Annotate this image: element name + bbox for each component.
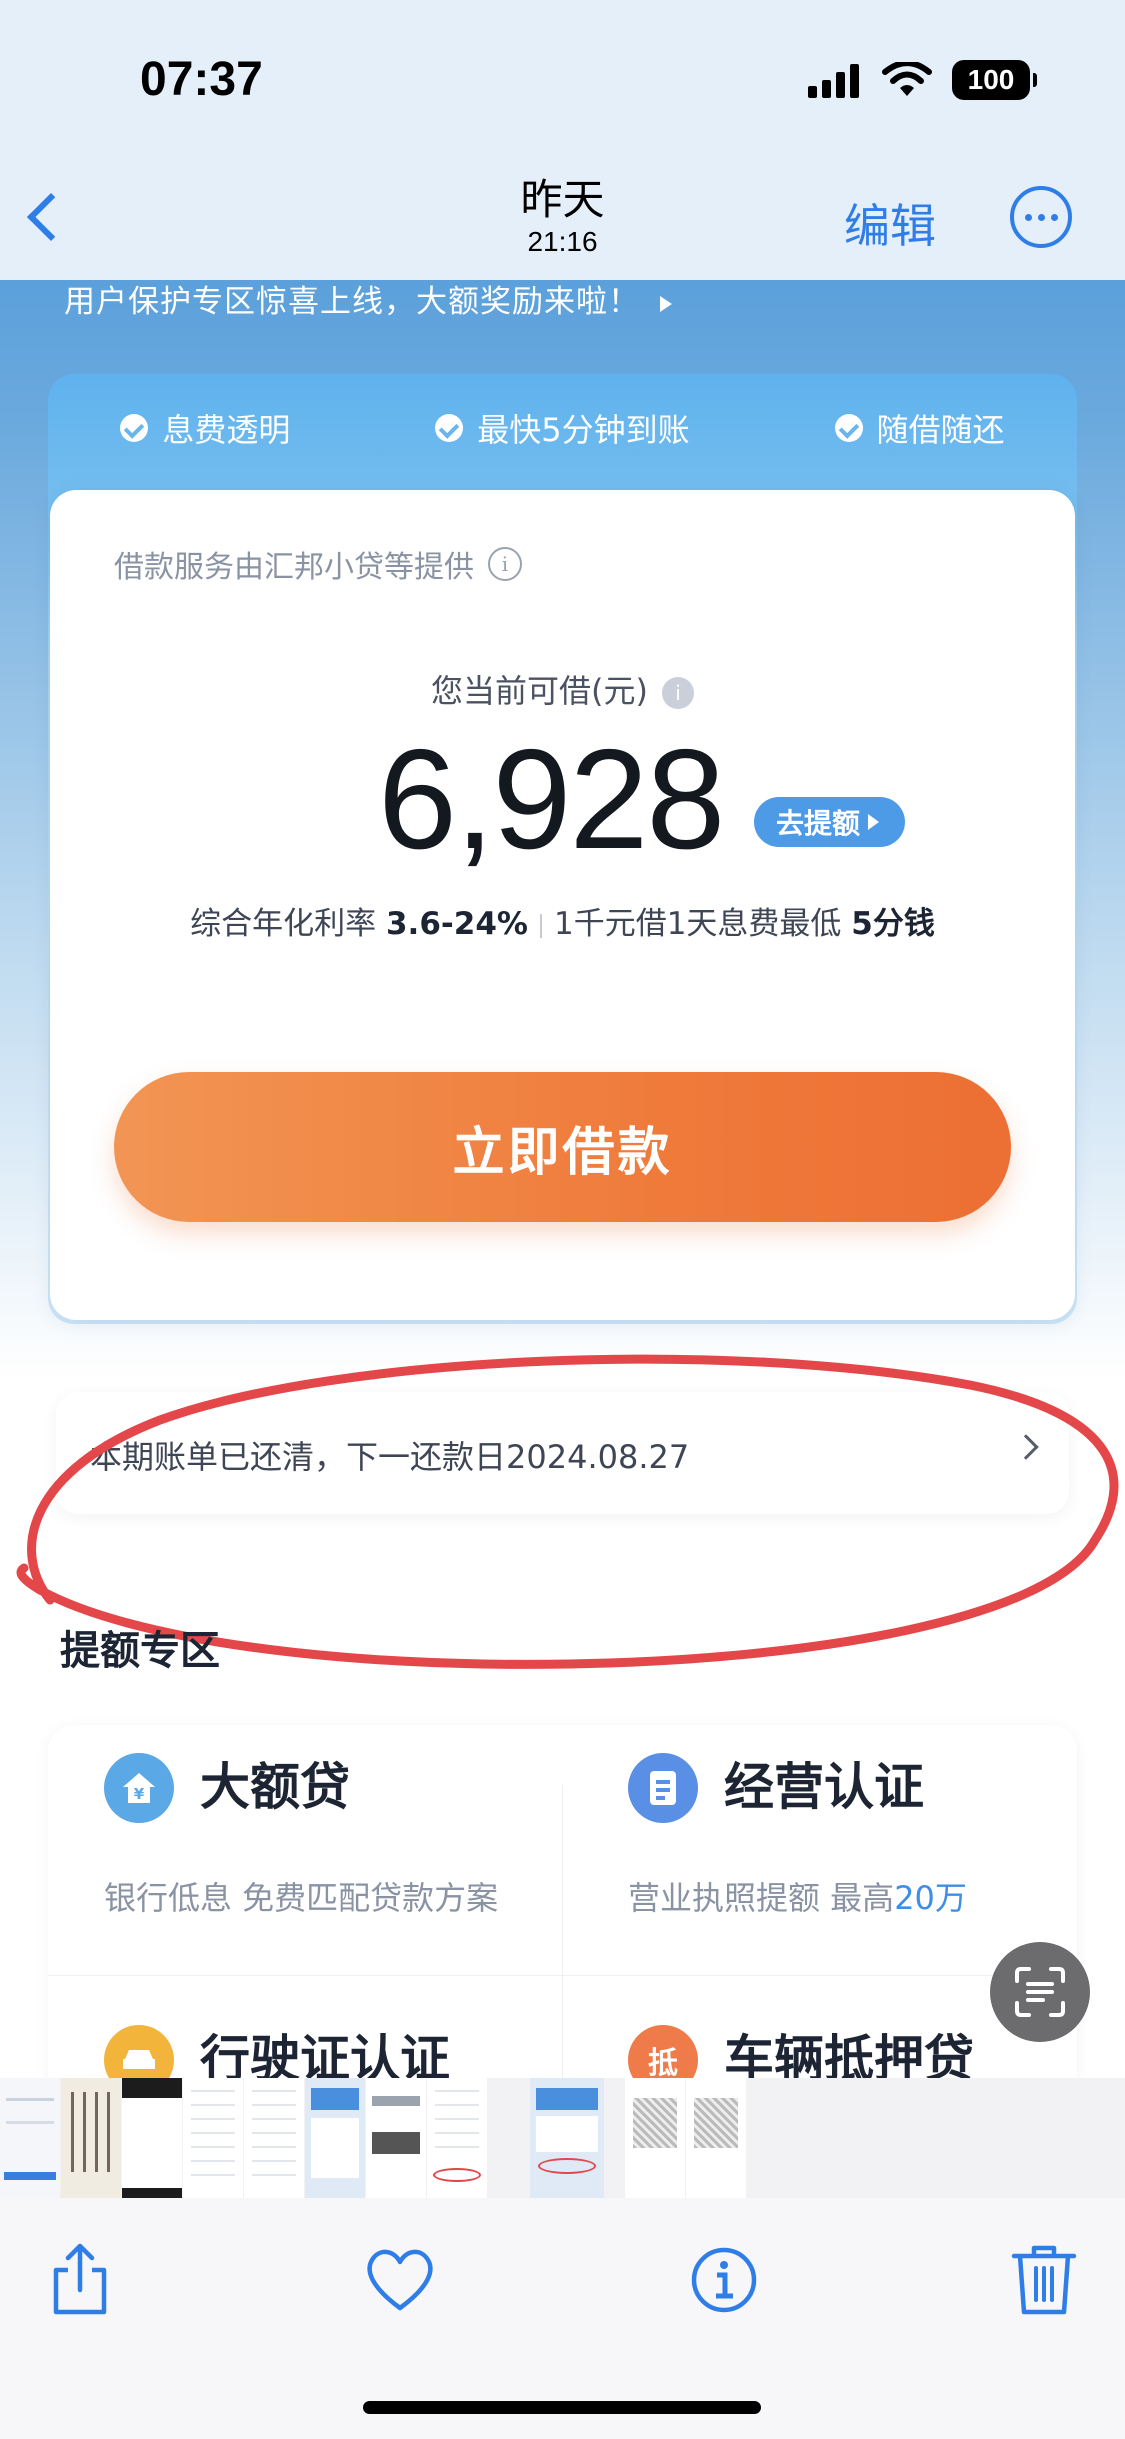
photo-time-subtitle: 21:16 xyxy=(527,226,598,257)
photo-thumbnail[interactable] xyxy=(625,2078,685,2198)
info-icon[interactable] xyxy=(684,2240,764,2320)
grid-item-subtitle-text: 营业执照提额 最高 xyxy=(628,1879,895,1917)
divider xyxy=(48,1975,1077,1976)
info-icon[interactable]: i xyxy=(661,677,694,709)
grid-item-title: 行驶证认证 xyxy=(200,2030,450,2078)
battery-icon: 100 xyxy=(952,60,1037,100)
grid-item-title: 经营认证 xyxy=(724,1758,924,1816)
photo-thumbnail[interactable] xyxy=(244,2078,304,2198)
feature-item: 息费透明 xyxy=(120,405,290,451)
live-text-icon xyxy=(1015,1967,1065,2017)
check-icon xyxy=(435,414,464,442)
divider xyxy=(562,1785,563,2078)
edit-button[interactable]: 编辑 xyxy=(844,190,936,256)
chevron-right-icon xyxy=(1013,1434,1039,1460)
section-title: 提额专区 xyxy=(60,1628,220,1674)
photo-thumbnail[interactable] xyxy=(0,2078,60,2198)
bill-status-row[interactable]: 本期账单已还清，下一还款日2024.08.27 xyxy=(56,1392,1069,1514)
current-photo-thumbnail[interactable] xyxy=(530,2078,604,2198)
more-options-icon[interactable] xyxy=(1010,186,1072,248)
photo-thumbnail[interactable] xyxy=(305,2078,365,2198)
photo-thumbnail[interactable] xyxy=(427,2078,487,2198)
share-icon[interactable] xyxy=(40,2240,120,2320)
rate-label: 综合年化利率 xyxy=(190,906,377,942)
photo-thumbnail[interactable] xyxy=(122,2078,182,2198)
photo-thumbnail[interactable] xyxy=(61,2078,121,2198)
photo-thumbnail[interactable] xyxy=(366,2078,426,2198)
trash-icon[interactable] xyxy=(1004,2240,1084,2320)
grid-item-title: 车辆抵押贷 xyxy=(724,2030,974,2078)
info-icon[interactable]: i xyxy=(488,547,522,581)
provider-text: 借款服务由汇邦小贷等提供 xyxy=(114,550,474,585)
bill-status-text: 本期账单已还清，下一还款日2024.08.27 xyxy=(90,1438,690,1476)
wifi-icon xyxy=(882,62,932,96)
thumbnail-strip[interactable] xyxy=(0,2078,1125,2198)
available-label-text: 您当前可借(元) xyxy=(431,672,648,710)
svg-text:¥: ¥ xyxy=(134,1785,145,1803)
boost-grid: ¥ 大额贷 银行低息 免费匹配贷款方案 经营认证 营业执照提额 最高20万 行驶… xyxy=(48,1725,1077,2078)
borrow-now-button[interactable]: 立即借款 xyxy=(114,1072,1011,1222)
car-icon xyxy=(104,2025,174,2078)
available-amount: 6,928 xyxy=(378,720,725,879)
rate-value: 3.6-24% xyxy=(385,906,528,942)
fee-label: 1千元借1天息费最低 xyxy=(553,906,842,942)
available-label: 您当前可借(元) i xyxy=(50,666,1075,712)
raise-limit-label: 去提额 xyxy=(776,807,861,840)
loan-app-screenshot: 用户保护专区惊喜上线，大额奖励来啦！ 息费透明 最快5分钟到账 随借随还 借款服… xyxy=(0,0,1125,2078)
provider-note: 借款服务由汇邦小贷等提供 i xyxy=(114,542,522,586)
fee-value: 5分钱 xyxy=(851,906,935,942)
document-icon xyxy=(628,1753,698,1823)
yuan-house-icon: ¥ xyxy=(104,1753,174,1823)
feature-list: 息费透明 最快5分钟到账 随借随还 xyxy=(48,400,1077,456)
feature-label: 息费透明 xyxy=(162,411,291,449)
scan-text-button[interactable] xyxy=(990,1942,1090,2042)
grid-item-subtitle: 营业执照提额 最高20万 xyxy=(628,1873,967,1919)
favorite-heart-icon[interactable] xyxy=(360,2240,440,2320)
photo-thumbnail[interactable] xyxy=(686,2078,746,2198)
status-time: 07:37 xyxy=(140,53,263,106)
home-indicator xyxy=(363,2401,761,2414)
separator xyxy=(539,913,542,938)
feature-item: 最快5分钟到账 xyxy=(435,405,690,451)
photo-thumbnail[interactable] xyxy=(183,2078,243,2198)
mortgage-icon: 抵 xyxy=(628,2025,698,2078)
check-icon xyxy=(120,414,149,442)
feature-item: 随借随还 xyxy=(834,405,1005,451)
feature-label: 随借随还 xyxy=(876,411,1005,449)
raise-limit-button[interactable]: 去提额 xyxy=(754,797,906,847)
grid-item-subtitle: 银行低息 免费匹配贷款方案 xyxy=(104,1879,499,1917)
banner-arrow-icon xyxy=(660,295,672,312)
promo-banner-text: 用户保护专区惊喜上线，大额奖励来啦！ xyxy=(64,284,640,320)
loan-card: 借款服务由汇邦小贷等提供 i 您当前可借(元) i 6,928 去提额 综合年化利… xyxy=(50,490,1075,1320)
cellular-signal-icon xyxy=(808,62,859,98)
play-arrow-icon xyxy=(868,814,880,830)
feature-label: 最快5分钟到账 xyxy=(477,411,690,449)
check-icon xyxy=(834,414,863,442)
grid-item-highlight: 20万 xyxy=(894,1879,967,1917)
rate-info: 综合年化利率 3.6-24% 1千元借1天息费最低 5分钱 xyxy=(50,898,1075,943)
promo-banner[interactable]: 用户保护专区惊喜上线，大额奖励来啦！ xyxy=(64,276,672,321)
grid-item-title: 大额贷 xyxy=(200,1758,350,1816)
photo-date-title: 昨天 xyxy=(520,175,605,224)
